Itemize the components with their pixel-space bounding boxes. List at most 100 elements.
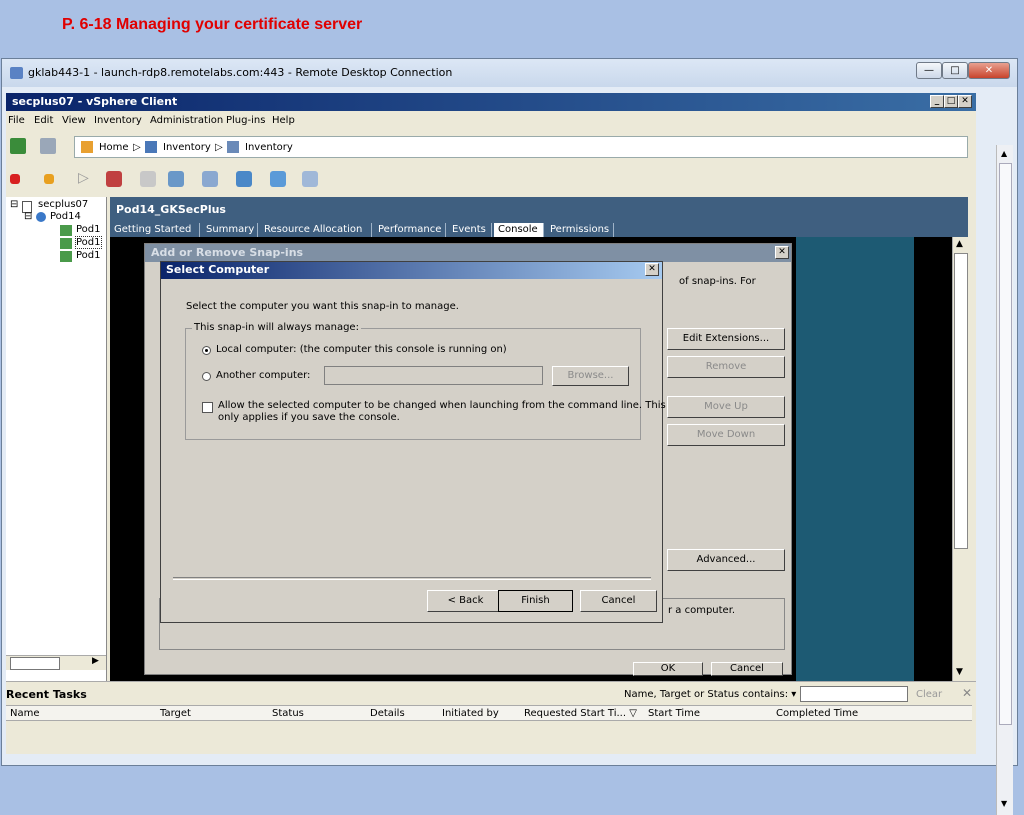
column-name[interactable]: Name xyxy=(10,708,40,719)
menu-administration[interactable]: Administration xyxy=(150,115,223,126)
play-icon[interactable]: ▷ xyxy=(78,170,94,186)
advanced-button[interactable]: Advanced... xyxy=(667,549,785,571)
migrate-icon[interactable] xyxy=(270,171,286,187)
tree-item-pod[interactable]: Pod14 xyxy=(50,211,81,222)
select-computer-dialog: Select Computer ✕ Select the computer yo… xyxy=(160,261,666,623)
column-requested-start[interactable]: Requested Start Ti... ▽ xyxy=(524,708,637,719)
back-icon[interactable] xyxy=(10,138,26,154)
tab-events[interactable]: Events xyxy=(448,223,492,237)
divider xyxy=(173,577,651,580)
reset-icon[interactable] xyxy=(106,171,122,187)
column-start-time[interactable]: Start Time xyxy=(648,708,700,719)
cancel-button[interactable]: Cancel xyxy=(711,662,783,676)
tab-summary[interactable]: Summary xyxy=(202,223,258,237)
nav-bar-row: Home ▷ Inventory ▷ Inventory xyxy=(6,134,976,162)
tree-scrollbar[interactable]: ▶ xyxy=(6,655,106,670)
collapse-icon[interactable]: ⊟ xyxy=(24,211,32,222)
snapins-title-text: Add or Remove Snap-ins xyxy=(151,246,304,259)
inventory-icon xyxy=(227,141,239,153)
close-icon[interactable]: ✕ xyxy=(962,686,972,700)
menu-plugins[interactable]: Plug-ins xyxy=(226,115,265,126)
inventory-tree: ⊟ secplus07 ⊟ Pod14 Pod1 Pod1 Pod1 ▶ xyxy=(6,197,107,681)
computer-name-input[interactable] xyxy=(324,366,543,385)
chevron-right-icon: ▷ xyxy=(133,142,141,153)
tree-item-vm-2[interactable]: Pod1 xyxy=(75,236,102,249)
menu-file[interactable]: File xyxy=(8,115,25,126)
finish-button[interactable]: Finish xyxy=(498,590,573,612)
move-down-button[interactable]: Move Down xyxy=(667,424,785,446)
breadcrumb-home[interactable]: Home xyxy=(99,142,129,153)
local-computer-label[interactable]: Local computer: (the computer this conso… xyxy=(216,344,507,355)
another-computer-radio[interactable] xyxy=(202,372,211,381)
inventory-icon xyxy=(145,141,157,153)
vs-minimize-button[interactable]: _ xyxy=(930,95,944,108)
maximize-button[interactable]: □ xyxy=(942,62,968,79)
column-status[interactable]: Status xyxy=(272,708,304,719)
tab-performance[interactable]: Performance xyxy=(374,223,446,237)
menu-help[interactable]: Help xyxy=(272,115,295,126)
allow-change-checkbox[interactable] xyxy=(202,402,213,413)
menu-inventory[interactable]: Inventory xyxy=(94,115,142,126)
rdp-scrollbar[interactable]: ▲ ▼ xyxy=(996,145,1013,815)
tab-strip: Getting Started Summary Resource Allocat… xyxy=(110,223,968,237)
tab-permissions[interactable]: Permissions xyxy=(546,223,614,237)
edit-extensions-button[interactable]: Edit Extensions... xyxy=(667,328,785,350)
column-details[interactable]: Details xyxy=(370,708,405,719)
snapshot-icon[interactable] xyxy=(140,171,156,187)
clear-button[interactable]: Clear xyxy=(916,689,942,700)
local-computer-radio[interactable] xyxy=(202,346,211,355)
column-completed-time[interactable]: Completed Time xyxy=(776,708,858,719)
browse-button[interactable]: Browse... xyxy=(552,366,629,386)
console-icon[interactable] xyxy=(236,171,252,187)
collapse-icon[interactable]: ⊟ xyxy=(10,199,18,210)
vs-close-button[interactable]: ✕ xyxy=(958,95,972,108)
scroll-down-icon[interactable]: ▼ xyxy=(956,667,963,677)
console-scrollbar[interactable]: ▲ ▼ xyxy=(952,237,968,681)
another-computer-label[interactable]: Another computer: xyxy=(216,370,310,381)
select-computer-titlebar: Select Computer ✕ xyxy=(161,262,662,279)
stop-icon[interactable] xyxy=(10,174,20,184)
select-computer-close-button[interactable]: ✕ xyxy=(645,263,659,276)
ok-button[interactable]: OK xyxy=(633,662,703,676)
revert-icon[interactable] xyxy=(168,171,184,187)
scroll-down-icon[interactable]: ▼ xyxy=(1001,799,1007,808)
cancel-button[interactable]: Cancel xyxy=(580,590,657,612)
breadcrumb-inventory-2[interactable]: Inventory xyxy=(245,142,293,153)
back-button[interactable]: < Back xyxy=(427,590,504,612)
tree-item-root[interactable]: secplus07 xyxy=(38,199,88,210)
scroll-up-icon[interactable]: ▲ xyxy=(1001,149,1007,158)
snapins-close-button[interactable]: ✕ xyxy=(775,246,789,259)
menu-edit[interactable]: Edit xyxy=(34,115,53,126)
menu-bar: File Edit View Inventory Administration … xyxy=(6,111,976,131)
snapins-titlebar: Add or Remove Snap-ins ✕ xyxy=(145,244,791,262)
pause-icon[interactable] xyxy=(44,174,54,184)
column-target[interactable]: Target xyxy=(160,708,191,719)
object-title: Pod14_GKSecPlus xyxy=(116,203,226,216)
resource-pool-icon xyxy=(36,212,46,222)
vs-maximize-button[interactable]: □ xyxy=(944,95,958,108)
minimize-button[interactable]: — xyxy=(916,62,942,79)
tab-resource-allocation[interactable]: Resource Allocation xyxy=(260,223,372,237)
move-up-button[interactable]: Move Up xyxy=(667,396,785,418)
scroll-right-icon[interactable]: ▶ xyxy=(92,656,99,666)
scroll-thumb[interactable] xyxy=(954,253,968,549)
allow-change-label-1[interactable]: Allow the selected computer to be change… xyxy=(218,400,666,411)
close-button[interactable]: ✕ xyxy=(968,62,1010,79)
scroll-thumb[interactable] xyxy=(999,163,1012,725)
forward-icon[interactable] xyxy=(40,138,56,154)
tree-item-vm-1[interactable]: Pod1 xyxy=(76,224,101,235)
settings-icon[interactable] xyxy=(302,171,318,187)
remove-button[interactable]: Remove xyxy=(667,356,785,378)
breadcrumb-inventory-1[interactable]: Inventory xyxy=(163,142,211,153)
tab-console[interactable]: Console xyxy=(494,223,544,237)
scroll-thumb[interactable] xyxy=(10,657,60,670)
filter-input[interactable] xyxy=(800,686,908,702)
tree-item-vm-3[interactable]: Pod1 xyxy=(76,250,101,261)
column-initiated-by[interactable]: Initiated by xyxy=(442,708,499,719)
menu-view[interactable]: View xyxy=(62,115,86,126)
scroll-up-icon[interactable]: ▲ xyxy=(956,239,963,249)
tab-getting-started[interactable]: Getting Started xyxy=(110,223,200,237)
snapshot-manager-icon[interactable] xyxy=(202,171,218,187)
rdp-title-text: gklab443-1 - launch-rdp8.remotelabs.com:… xyxy=(28,66,453,79)
filter-label[interactable]: Name, Target or Status contains: ▾ xyxy=(624,689,796,700)
